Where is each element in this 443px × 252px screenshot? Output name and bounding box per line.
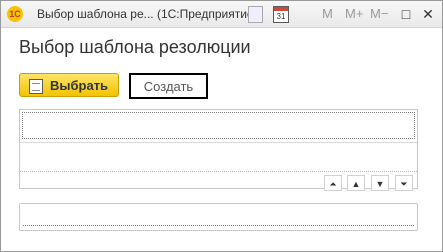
restore-button[interactable]: □ bbox=[397, 5, 415, 23]
dialog-window: 1С Выбор шаблона ре... (1С:Предприятие) … bbox=[0, 0, 443, 252]
document-icon[interactable] bbox=[248, 6, 263, 23]
memory-m-button[interactable]: M bbox=[322, 6, 333, 21]
select-button[interactable]: Выбрать bbox=[19, 73, 119, 97]
table-divider bbox=[20, 142, 417, 143]
memory-plus-button[interactable]: M+ bbox=[345, 6, 363, 21]
calendar-icon[interactable]: 31 bbox=[273, 6, 289, 23]
title-bar: 1С Выбор шаблона ре... (1С:Предприятие) … bbox=[1, 1, 442, 28]
table-row[interactable] bbox=[22, 112, 415, 139]
create-button[interactable]: Создать bbox=[129, 73, 208, 99]
select-button-label: Выбрать bbox=[50, 78, 109, 93]
move-first-button[interactable]: ⏶ bbox=[324, 175, 342, 191]
table-footer-line bbox=[20, 171, 417, 172]
close-button[interactable]: ✕ bbox=[419, 5, 437, 23]
resolution-text-field[interactable] bbox=[19, 203, 418, 231]
document-select-icon bbox=[29, 79, 43, 94]
memory-minus-button[interactable]: M− bbox=[370, 6, 388, 21]
move-last-button[interactable]: ⏷ bbox=[395, 175, 413, 191]
page-title: Выбор шаблона резолюции bbox=[19, 37, 251, 57]
app-logo-icon[interactable]: 1С bbox=[7, 6, 23, 22]
move-down-button[interactable]: ▼ bbox=[371, 175, 389, 191]
move-up-button[interactable]: ▲ bbox=[347, 175, 365, 191]
window-title: Выбор шаблона ре... (1С:Предприятие) bbox=[37, 7, 258, 21]
